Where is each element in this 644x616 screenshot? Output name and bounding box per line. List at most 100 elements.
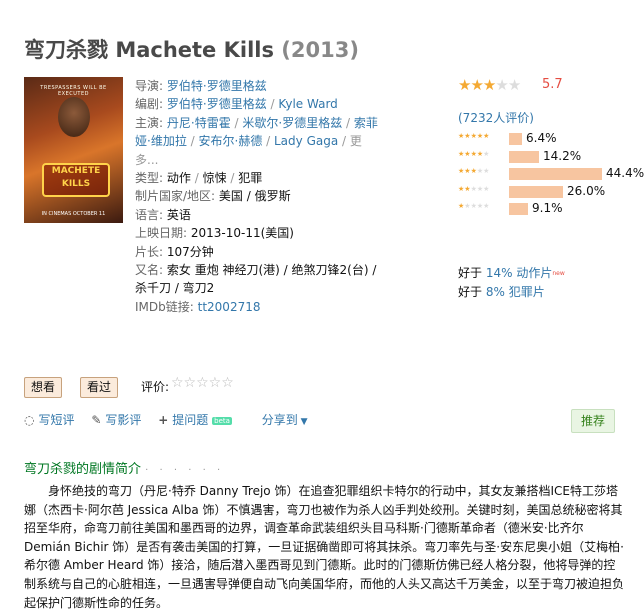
watched-button[interactable]: 看过: [80, 377, 119, 398]
star-empty-icon: ★: [507, 76, 521, 94]
distribution-stars-icon: ★★★★★: [458, 184, 490, 193]
writer-row: 编剧: 罗伯特·罗德里格兹 / Kyle Ward: [135, 97, 338, 112]
better-than-prefix: 好于: [458, 266, 486, 280]
ask-question-link[interactable]: 提问题: [172, 413, 208, 427]
cast-link[interactable]: 米歇尔·罗德里格兹: [242, 116, 342, 130]
distribution-bar: [509, 203, 528, 215]
star-filled-icon: ★: [470, 76, 483, 94]
pen-icon: ✎: [91, 413, 102, 427]
chevron-down-icon: ▼: [297, 417, 308, 427]
rate-stars-input[interactable]: ☆☆☆☆☆: [171, 375, 234, 391]
poster-figure: [58, 97, 90, 137]
movie-poster[interactable]: TRESPASSERS WILL BE EXECUTED MACHETE KIL…: [24, 77, 123, 223]
star-filled-icon: ★: [482, 76, 496, 94]
share-link[interactable]: 分享到: [262, 413, 298, 427]
distribution-percent: 14.2%: [543, 148, 582, 163]
genre-row: 类型: 动作 / 惊悚 / 犯罪: [135, 171, 263, 186]
movie-info: 导演: 罗伯特·罗德里格兹 编剧: 罗伯特·罗德里格兹 / Kyle Ward …: [135, 77, 380, 316]
genre-value: 惊悚: [202, 171, 227, 186]
better-than-row: 好于 14% 动作片new: [458, 264, 565, 283]
writer-link[interactable]: Kyle Ward: [278, 97, 337, 111]
poster-logo: MACHETE KILLS: [42, 163, 110, 197]
release-value: 2013-10-11(美国): [190, 226, 294, 241]
aka-label: 又名:: [135, 263, 164, 278]
want-to-watch-button[interactable]: 想看: [24, 377, 63, 398]
distribution-bar: [509, 150, 539, 163]
distribution-percent: 26.0%: [567, 183, 606, 198]
write-short-review-action[interactable]: ◌ 写短评: [24, 413, 75, 427]
rating-stars: ★★★★★: [458, 76, 521, 94]
cast-link[interactable]: Lady Gaga: [274, 134, 338, 148]
ask-question-action[interactable]: + 提问题 beta: [158, 413, 245, 427]
imdb-label: IMDb链接:: [135, 299, 194, 314]
title-cn: 弯刀杀戮: [24, 38, 108, 62]
runtime-row: 片长: 107分钟: [135, 243, 380, 261]
synopsis-title: 弯刀杀戮的剧情简介: [24, 462, 142, 477]
title-year: (2013): [281, 38, 359, 62]
poster-tagline: TRESPASSERS WILL BE EXECUTED: [40, 85, 107, 97]
better-than-pct[interactable]: 8%: [486, 285, 505, 299]
poster-release-text: IN CINEMAS OCTOBER 11: [41, 211, 106, 217]
imdb-row: IMDb链接: tt2002718: [135, 298, 380, 316]
better-than: 好于 14% 动作片new 好于 8% 犯罪片: [458, 264, 565, 302]
country-label: 制片国家/地区:: [135, 189, 216, 204]
write-review-link[interactable]: 写影评: [105, 413, 141, 427]
director-label: 导演:: [135, 79, 164, 93]
rating-panel: ★★★★★ 5.7 (7232人评价) ★★★★★ 6.4% ★★★★★ 14.2% ★…: [458, 76, 644, 215]
synopsis-heading: 弯刀杀戮的剧情简介 · · · · · ·: [24, 458, 224, 477]
cast-link[interactable]: 丹尼·特雷霍: [167, 116, 231, 130]
cast-link[interactable]: 安布尔·赫德: [199, 134, 263, 148]
title-en: Machete Kills: [115, 38, 274, 62]
aka-row: 又名: 索女 重炮 神经刀(港) / 绝煞刀锋2(台) / 杀千刀 / 弯刀2: [135, 261, 380, 298]
better-than-prefix: 好于: [458, 285, 486, 299]
release-row: 上映日期: 2013-10-11(美国): [135, 224, 380, 242]
distribution-stars-icon: ★★★★★: [458, 132, 490, 140]
recommend-button[interactable]: 推荐: [571, 409, 615, 433]
better-than-genre[interactable]: 犯罪片: [509, 285, 545, 299]
distribution-percent: 9.1%: [532, 201, 563, 215]
distribution-stars-icon: ★★★★★: [458, 202, 490, 210]
distribution-percent: 6.4%: [526, 131, 557, 145]
star-filled-icon: ★: [458, 76, 471, 94]
distribution-bar: [509, 133, 522, 145]
writer-label: 编剧:: [135, 97, 164, 112]
beta-badge: beta: [212, 416, 232, 425]
genre-value: 犯罪: [238, 171, 263, 186]
new-badge: new: [552, 270, 565, 277]
aka-value: 索女 重炮 神经刀(港) / 绝煞刀锋2(台) / 杀千刀 / 弯刀2: [135, 263, 377, 296]
distribution-bar: [509, 168, 602, 180]
director-row: 导演: 罗伯特·罗德里格兹: [135, 77, 380, 95]
rating-votes-link[interactable]: (7232人评价): [458, 109, 534, 126]
language-label: 语言:: [135, 207, 164, 222]
poster-logo-line1: MACHETE: [51, 166, 101, 176]
language-value: 英语: [166, 207, 191, 222]
distribution-stars-icon: ★★★★★: [458, 167, 490, 175]
language-row: 语言: 英语: [135, 206, 380, 224]
writer-link[interactable]: 罗伯特·罗德里格兹: [167, 97, 267, 111]
better-than-pct[interactable]: 14%: [486, 266, 513, 280]
page-title: 弯刀杀戮 Machete Kills (2013): [24, 34, 359, 64]
rating-score: 5.7: [542, 77, 563, 92]
imdb-link[interactable]: tt2002718: [198, 300, 261, 314]
rate-label: 评价:: [141, 380, 170, 394]
synopsis-text: 身怀绝技的弯刀（丹尼·特乔 Danny Trejo 饰）在追查犯罪组织卡特尔的行…: [24, 484, 625, 610]
country-row: 制片国家/地区: 美国 / 俄罗斯: [135, 187, 380, 205]
better-than-row: 好于 8% 犯罪片: [458, 283, 565, 302]
distribution-percent: 44.4%: [606, 166, 644, 180]
write-review-action[interactable]: ✎ 写影评: [91, 413, 141, 427]
poster-logo-line2: KILLS: [61, 179, 91, 189]
director-link[interactable]: 罗伯特·罗德里格兹: [167, 79, 267, 93]
genre-value: 动作: [166, 171, 191, 186]
comment-icon: ◌: [24, 413, 35, 427]
runtime-value: 107分钟: [166, 244, 214, 259]
star-empty-icon: ★: [495, 76, 508, 94]
better-than-genre[interactable]: 动作片: [516, 266, 552, 280]
distribution-bar: [509, 185, 563, 198]
plus-icon: +: [158, 413, 169, 427]
release-label: 上映日期:: [135, 226, 188, 241]
share-action[interactable]: 分享到 ▼: [262, 413, 321, 427]
cast-row: 主演: 丹尼·特雷霍 / 米歇尔·罗德里格兹 / 索菲娅·维加拉 / 安布尔·赫…: [135, 115, 378, 167]
cast-label: 主演:: [135, 115, 164, 130]
write-short-review-link[interactable]: 写短评: [38, 413, 74, 427]
runtime-label: 片长:: [135, 244, 164, 259]
